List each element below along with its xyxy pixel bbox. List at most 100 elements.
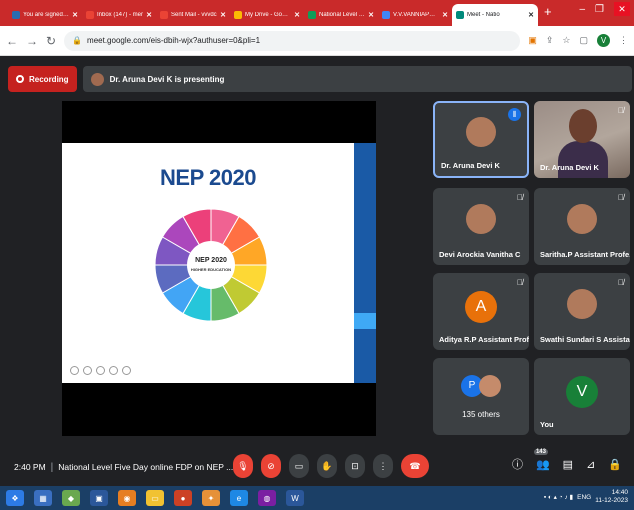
slide-controls	[70, 366, 131, 375]
slide-side-accent	[354, 313, 376, 329]
tab-close-icon[interactable]: ✕	[442, 11, 448, 19]
menu-dots-icon[interactable]: ⋮	[619, 35, 628, 46]
browser-tab[interactable]: V.V.VANNIAPERUM✕	[378, 4, 452, 26]
taskbar-app-icon[interactable]: ●	[174, 490, 192, 506]
tab-title: Meet - Natio	[467, 12, 500, 18]
tab-title: My Drive - Google	[245, 12, 292, 18]
tab-close-icon[interactable]: ✕	[220, 11, 226, 19]
taskbar-app-icon[interactable]: ▣	[90, 490, 108, 506]
mic-muted-icon: 🎙̸	[618, 193, 624, 202]
sway-icon	[12, 11, 20, 19]
slide-next-icon[interactable]	[122, 366, 131, 375]
participant-name: 135 others	[462, 410, 500, 419]
url-text: meet.google.com/eis-dbih-wjx?authuser=0&…	[87, 36, 261, 45]
people-button[interactable]: 143 👥	[533, 448, 550, 471]
forward-icon[interactable]: →	[26, 34, 38, 48]
tab-close-icon[interactable]: ✕	[528, 11, 534, 19]
participant-name: You	[540, 420, 554, 429]
presenting-label: Dr. Aruna Devi K is presenting	[109, 74, 225, 84]
participant-name: Saritha.P Assistant Profe...	[540, 250, 630, 259]
present-button[interactable]: ⊡	[345, 454, 365, 478]
participant-tile[interactable]: 🎙̸ Saritha.P Assistant Profe...	[534, 188, 630, 265]
meet-icon	[456, 11, 464, 19]
gmail-icon	[160, 11, 168, 19]
word-icon[interactable]: W	[286, 490, 304, 506]
share-icon[interactable]: ⇪	[546, 35, 554, 46]
raise-hand-button[interactable]: ✋	[317, 454, 337, 478]
tab-close-icon[interactable]: ✕	[146, 11, 152, 19]
gmail-icon	[86, 11, 94, 19]
mic-off-button[interactable]: 🎙	[233, 454, 253, 478]
more-options-button[interactable]: ⋮	[373, 454, 393, 478]
host-controls-icon[interactable]: 🔒	[608, 458, 622, 471]
bookmark-star-icon[interactable]: ☆	[562, 35, 570, 46]
recording-label: Recording	[29, 74, 69, 84]
tab-close-icon[interactable]: ✕	[368, 11, 374, 19]
participant-name: Swathi Sundari S Assista...	[540, 335, 630, 344]
browser-tab-strip: You are signed in ✕ Inbox (147) - mer ✕ Sent…	[0, 0, 634, 26]
browser-tab[interactable]: You are signed in ✕	[8, 4, 82, 26]
taskbar-app-icon[interactable]: ▦	[34, 490, 52, 506]
meet-extension-icon[interactable]: ▣	[528, 35, 537, 46]
slide-menu-icon[interactable]	[109, 366, 118, 375]
tab-title: Inbox (147) - mer	[97, 12, 144, 18]
taskbar-clock[interactable]: 14:40 11-12-2023	[595, 489, 628, 505]
window-close-button[interactable]: ✕	[614, 2, 630, 16]
folder-icon[interactable]: ▭	[146, 490, 164, 506]
taskbar-app-icon[interactable]: ◍	[258, 490, 276, 506]
presenting-banner: Dr. Aruna Devi K is presenting	[82, 66, 632, 92]
slide: NEP 2020 NEP 2020 HIGHER EDUCATION	[62, 143, 376, 383]
slide-zoom-icon[interactable]	[96, 366, 105, 375]
info-icon[interactable]: ⓘ	[512, 456, 523, 472]
browser-tab[interactable]: Meet - Natio ✕	[452, 4, 538, 26]
recording-badge[interactable]: Recording	[8, 66, 77, 92]
minimize-icon[interactable]: –	[579, 4, 585, 15]
presentation-stage[interactable]: NEP 2020 NEP 2020 HIGHER EDUCATION	[62, 101, 376, 436]
side-controls: ⓘ 143 👥 ▤ ⊿ 🔒	[512, 448, 622, 472]
language-indicator[interactable]: ENG	[577, 494, 591, 501]
activities-icon[interactable]: ⊿	[586, 458, 595, 471]
chat-icon[interactable]: ▤	[563, 458, 573, 471]
restore-icon[interactable]: ❐	[595, 4, 604, 15]
profile-avatar[interactable]: V	[597, 34, 610, 47]
participant-tile[interactable]: V You	[534, 358, 630, 435]
captions-button[interactable]: ▭	[289, 454, 309, 478]
camera-off-button[interactable]: ⊘	[261, 454, 281, 478]
browser-tab[interactable]: National Level FD ✕	[304, 4, 378, 26]
recording-bar: Recording Dr. Aruna Devi K is presenting	[8, 66, 632, 92]
browser-tab[interactable]: My Drive - Google ✕	[230, 4, 304, 26]
slide-prev-icon[interactable]	[70, 366, 79, 375]
meeting-control-bar: 2:40 PM | National Level Five Day online…	[0, 448, 634, 486]
new-tab-button[interactable]: +	[544, 4, 552, 19]
reload-icon[interactable]: ↻	[46, 34, 56, 48]
participant-photo	[466, 203, 496, 234]
tab-close-icon[interactable]: ✕	[294, 11, 300, 19]
participant-tile[interactable]: A 🎙̸ Aditya R.P Assistant Prof...	[433, 273, 529, 350]
browser-tab[interactable]: Sent Mail - vvvdc ✕	[156, 4, 230, 26]
slide-pen-icon[interactable]	[83, 366, 92, 375]
back-icon[interactable]: ←	[6, 34, 18, 48]
sidepanel-icon[interactable]: ▢	[579, 35, 588, 46]
start-icon[interactable]: ❖	[6, 490, 24, 506]
edge-icon[interactable]: e	[230, 490, 248, 506]
meeting-clock: 2:40 PM	[14, 462, 46, 472]
participant-tile[interactable]: 🎙̸ Dr. Aruna Devi K	[534, 101, 630, 178]
participant-tile[interactable]: ⦀ Dr. Aruna Devi K	[433, 101, 529, 178]
screen: You are signed in ✕ Inbox (147) - mer ✕ Sent…	[0, 0, 634, 510]
tab-close-icon[interactable]: ✕	[72, 11, 78, 19]
leave-call-button[interactable]: ☎	[401, 454, 429, 478]
browser-tab[interactable]: Inbox (147) - mer ✕	[82, 4, 156, 26]
participant-name: Dr. Aruna Devi K	[441, 161, 500, 170]
taskbar-app-icon[interactable]: ✦	[202, 490, 220, 506]
windows-taskbar: ❖ ▦ ◆ ▣ ◉ ▭ ● ✦ e ◍ W ▪ ◐ ▴ ◔ ♪ ▮ ENG 14…	[0, 486, 634, 510]
participant-tile[interactable]: 🎙̸ Swathi Sundari S Assista...	[534, 273, 630, 350]
clock-date: 11-12-2023	[595, 497, 628, 504]
participant-tile[interactable]: 🎙̸ Devi Arockia Vanitha C	[433, 188, 529, 265]
call-controls: 🎙 ⊘ ▭ ✋ ⊡ ⋮ ☎	[233, 454, 429, 478]
url-field[interactable]: 🔒 meet.google.com/eis-dbih-wjx?authuser=…	[64, 30, 521, 51]
participant-tile[interactable]: P 135 others	[433, 358, 529, 435]
taskbar-app-icon[interactable]: ◉	[118, 490, 136, 506]
participant-name: Dr. Aruna Devi K	[540, 163, 599, 172]
mic-muted-icon: 🎙̸	[517, 193, 523, 202]
taskbar-app-icon[interactable]: ◆	[62, 490, 80, 506]
